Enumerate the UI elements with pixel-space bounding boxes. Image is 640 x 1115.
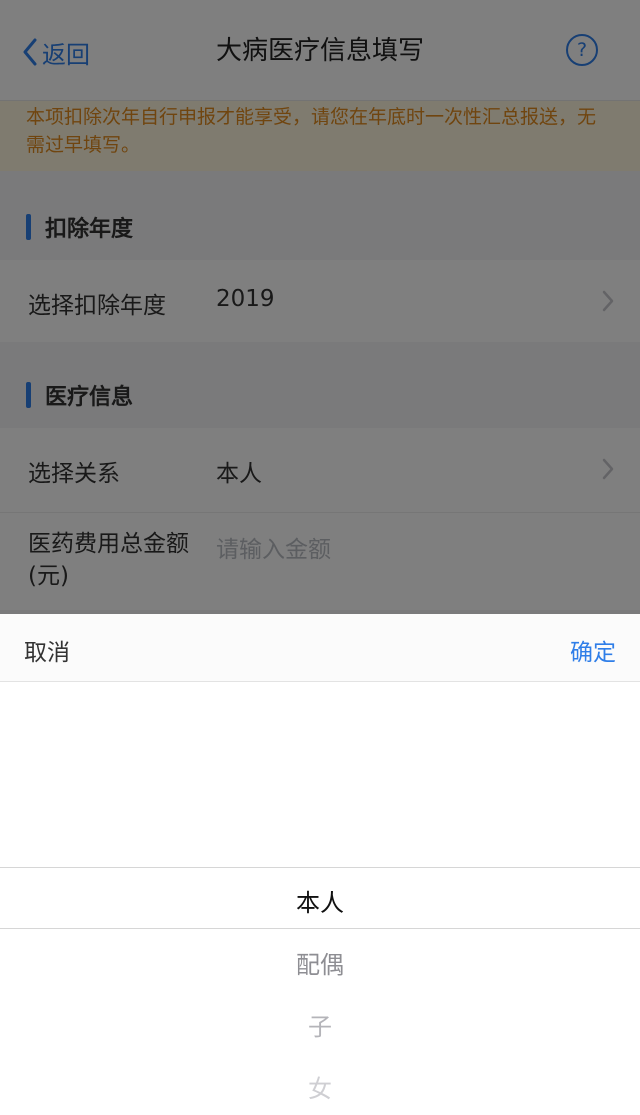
picker-option-spouse[interactable]: 配偶 bbox=[0, 945, 640, 980]
confirm-button[interactable]: 确定 bbox=[570, 633, 616, 667]
modal-overlay[interactable] bbox=[0, 0, 640, 614]
relation-picker-wheel[interactable]: 本人 配偶 子 女 bbox=[0, 682, 640, 1115]
picker-selection-bottom-line bbox=[0, 928, 640, 929]
picker-toolbar: 取消 确定 bbox=[0, 614, 640, 682]
picker-option-self[interactable]: 本人 bbox=[0, 883, 640, 918]
picker-sheet: 取消 确定 本人 配偶 子 女 bbox=[0, 614, 640, 1115]
picker-selection-top-line bbox=[0, 867, 640, 868]
picker-option-daughter[interactable]: 女 bbox=[0, 1069, 640, 1104]
cancel-button[interactable]: 取消 bbox=[24, 633, 70, 667]
picker-option-son[interactable]: 子 bbox=[0, 1007, 640, 1042]
